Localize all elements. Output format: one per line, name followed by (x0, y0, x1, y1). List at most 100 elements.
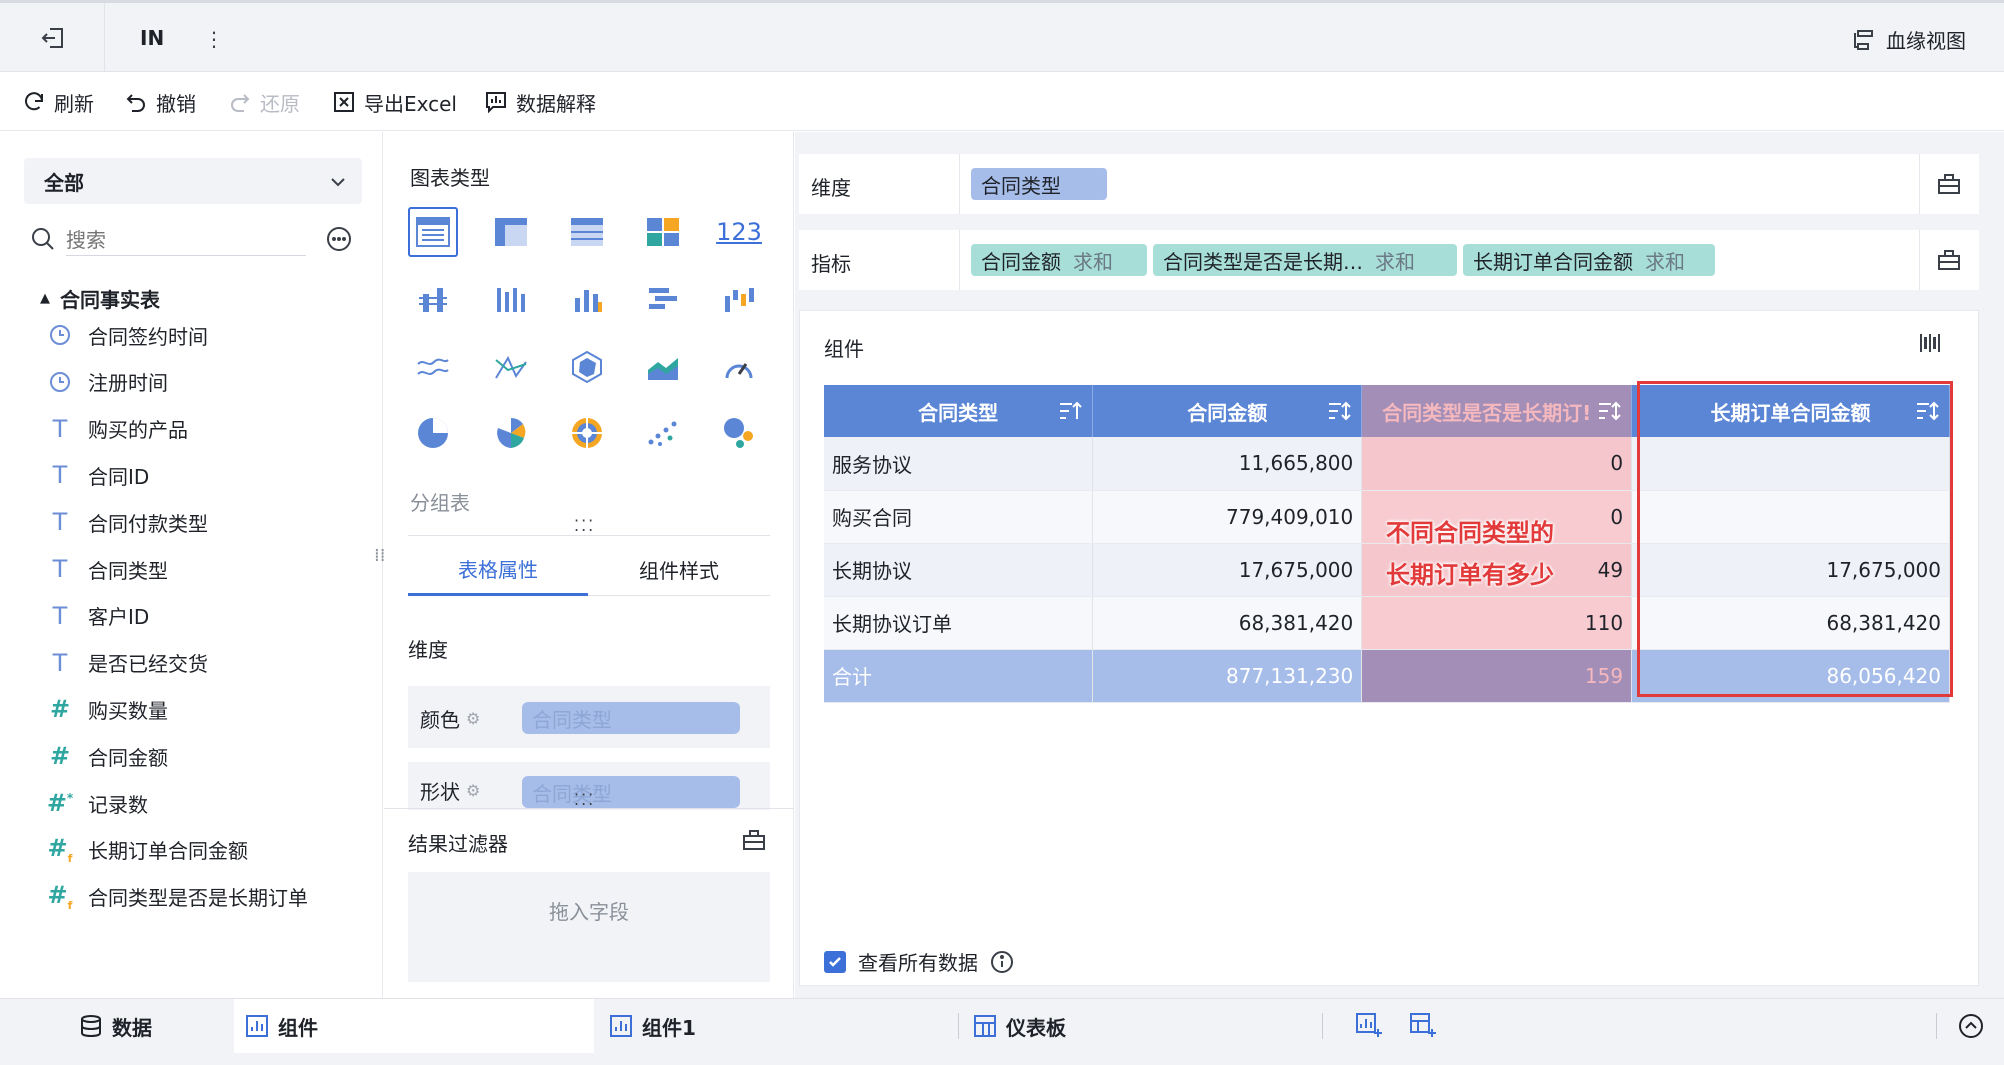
field-item[interactable]: T 客户ID (48, 601, 150, 631)
metric-pill-name: 合同类型是否是长期… (1163, 249, 1363, 274)
calculated-field-icon: #f (47, 881, 73, 912)
add-dashboard-icon[interactable] (1410, 1013, 1438, 1039)
chart-type-cross-table-icon[interactable] (562, 207, 612, 257)
barcode-icon[interactable] (1918, 331, 1942, 355)
scope-dropdown-value: 全部 (44, 170, 84, 195)
metric-shelf-icon[interactable] (1937, 248, 1961, 272)
chart-type-group-table-icon[interactable] (486, 207, 536, 257)
settings-icon[interactable]: ⚙ (466, 781, 480, 800)
chart-type-waterfall-icon[interactable] (714, 274, 764, 324)
exit-icon[interactable] (40, 25, 66, 51)
sort-icon[interactable] (1327, 399, 1351, 423)
field-item[interactable]: T 购买的产品 (48, 414, 188, 444)
chart-type-detail-table-icon[interactable] (408, 207, 458, 257)
view-all-data-toggle[interactable]: 查看所有数据 (824, 947, 1014, 976)
chart-type-sunburst-icon[interactable] (562, 408, 612, 458)
chart-type-line-icon[interactable] (408, 342, 458, 392)
dimension-shelf-icon[interactable] (1937, 172, 1961, 196)
field-item[interactable]: #* 记录数 (46, 788, 148, 818)
metric-pill[interactable]: 合同金额 求和 (971, 244, 1147, 276)
bottom-tab-bar: 数据 组件 组件1 仪表板 (0, 998, 2004, 1065)
chart-type-multi-line-icon[interactable] (486, 342, 536, 392)
data-explain-button[interactable]: 数据解释 (484, 87, 596, 117)
chart-type-rose-icon[interactable] (486, 408, 536, 458)
chart-type-number-icon[interactable]: 123 (714, 207, 764, 257)
result-filter-icon[interactable] (742, 828, 766, 852)
metric-shelf: 指标 合同金额 求和 合同类型是否是长期… 求和 长期订单合同金额 求和 (799, 230, 1979, 290)
chart-type-bubble-icon[interactable] (714, 408, 764, 458)
field-item[interactable]: 注册时间 (48, 367, 168, 397)
chart-type-radar-icon[interactable] (562, 342, 612, 392)
column-header[interactable]: 合同类型是否是长期订! (1361, 385, 1633, 437)
chart-type-scatter-icon[interactable] (638, 408, 688, 458)
redo-button[interactable]: 还原 (228, 87, 300, 117)
chart-type-horizontal-bar-icon[interactable] (638, 274, 688, 324)
view-all-data-label: 查看所有数据 (858, 951, 978, 975)
color-label: 颜色 (420, 708, 460, 732)
tab-component1[interactable]: 组件1 (610, 999, 696, 1053)
field-item[interactable]: # 合同金额 (48, 741, 168, 771)
metric-pill[interactable]: 合同类型是否是长期… 求和 (1153, 244, 1457, 276)
chart-type-stacked-bar-icon[interactable] (486, 274, 536, 324)
chart-type-area-icon[interactable] (638, 342, 688, 392)
tab-dashboard[interactable]: 仪表板 (974, 999, 1066, 1053)
sort-icon[interactable] (1597, 399, 1621, 423)
refresh-button[interactable]: 刷新 (22, 87, 94, 117)
tab-component[interactable]: 组件 (234, 999, 594, 1053)
field-item[interactable]: T 是否已经交货 (48, 648, 208, 678)
checkbox-checked-icon[interactable] (824, 950, 846, 973)
drag-handle-icon[interactable]: ⁚⁚⁚ (574, 792, 595, 808)
field-item-label: 合同类型 (88, 558, 168, 583)
scope-dropdown[interactable]: 全部 (24, 158, 362, 204)
settings-icon[interactable]: ⚙ (466, 709, 480, 728)
tab-data[interactable]: 数据 (80, 999, 152, 1053)
more-vertical-icon[interactable]: ⋮ (204, 29, 224, 49)
record-count-icon: #* (46, 789, 74, 817)
field-item[interactable]: #f 合同类型是否是长期订单 (47, 881, 308, 912)
export-excel-button[interactable]: 导出Excel (332, 87, 457, 117)
field-item[interactable]: T 合同付款类型 (48, 507, 208, 537)
color-field-pill[interactable]: 合同类型 (522, 702, 740, 734)
undo-label: 撤销 (156, 91, 196, 116)
table-node[interactable]: ▲ 合同事实表 (40, 284, 160, 313)
tab-table-properties[interactable]: 表格属性 (408, 544, 588, 596)
table-cell: 68,381,420 (1092, 596, 1363, 650)
dimension-shelf: 维度 合同类型 (799, 154, 1979, 214)
add-component-icon[interactable] (1356, 1013, 1384, 1039)
clock-icon (48, 323, 72, 347)
annotation-line: 长期订单有多少 (1386, 561, 1554, 589)
field-item-label: 长期订单合同金额 (88, 839, 248, 864)
field-item-label: 合同签约时间 (88, 324, 208, 349)
sort-asc-icon[interactable] (1058, 399, 1083, 423)
divider (1936, 1013, 1937, 1039)
chart-type-bar-icon[interactable] (408, 274, 458, 324)
column-header[interactable]: 合同类型 (824, 385, 1094, 437)
redo-icon (231, 94, 250, 112)
field-item[interactable]: T 合同类型 (48, 554, 168, 584)
shape-field-pill[interactable]: 合同类型 (522, 776, 740, 808)
metric-pill[interactable]: 长期订单合同金额 求和 (1463, 244, 1715, 276)
field-item[interactable]: #f 长期订单合同金额 (48, 834, 248, 865)
collapse-up-icon[interactable] (1958, 1013, 1984, 1039)
field-item[interactable]: # 购买数量 (48, 694, 168, 724)
lineage-view-button[interactable]: 血缘视图 (1852, 25, 1966, 54)
filter-drop-zone[interactable]: 拖入字段 (408, 872, 770, 982)
search-input[interactable] (66, 224, 306, 256)
field-item-label: 合同金额 (88, 745, 168, 770)
text-type-icon: T (52, 648, 68, 677)
dimension-pill[interactable]: 合同类型 (971, 168, 1107, 200)
drag-handle-icon[interactable]: ⁚⁚⁚ (574, 518, 595, 534)
chart-type-column-icon[interactable] (562, 274, 612, 324)
chart-type-title: 图表类型 (410, 166, 490, 190)
column-header[interactable]: 合同金额 (1092, 385, 1363, 437)
undo-button[interactable]: 撤销 (124, 87, 196, 117)
chart-type-number-label: 123 (716, 218, 762, 246)
more-options-icon[interactable] (326, 226, 352, 252)
tab-component-style[interactable]: 组件样式 (588, 544, 770, 596)
info-icon[interactable] (990, 950, 1014, 974)
field-item[interactable]: T 合同ID (48, 460, 150, 490)
chart-type-pie-icon[interactable] (408, 408, 458, 458)
field-item[interactable]: 合同签约时间 (48, 320, 208, 350)
chart-type-gauge-icon[interactable] (714, 342, 764, 392)
chart-type-card-icon[interactable] (638, 207, 688, 257)
